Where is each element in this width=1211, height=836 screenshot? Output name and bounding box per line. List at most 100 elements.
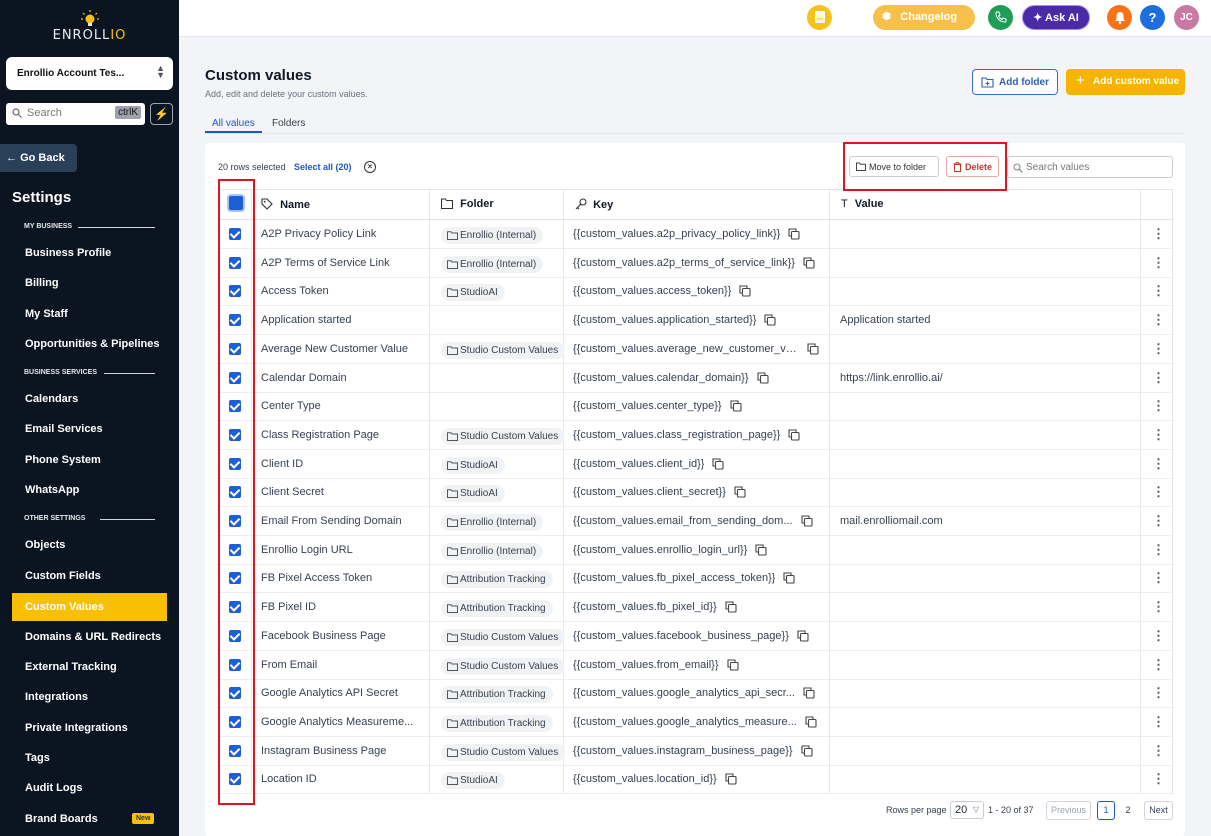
copy-icon[interactable] (764, 314, 777, 326)
row-actions-menu-icon[interactable]: ⋮ (1152, 514, 1165, 527)
add-custom-value-button[interactable]: + Add custom value (1066, 69, 1185, 95)
row-actions-menu-icon[interactable]: ⋮ (1152, 256, 1165, 269)
copy-icon[interactable] (807, 343, 819, 355)
row-actions-menu-icon[interactable]: ⋮ (1152, 428, 1165, 441)
clear-selection-icon[interactable]: × (364, 161, 376, 173)
select-all-link[interactable]: Select all (20) (294, 162, 352, 172)
page-1-button[interactable]: 1 (1097, 801, 1115, 820)
copy-icon[interactable] (730, 400, 742, 412)
row-actions-menu-icon[interactable]: ⋮ (1152, 686, 1165, 699)
sidebar-item-custom-fields[interactable]: Custom Fields (12, 562, 167, 590)
help-button[interactable]: ? (1140, 5, 1165, 30)
go-back-button[interactable]: ← Go Back (0, 144, 77, 172)
row-actions-menu-icon[interactable]: ⋮ (1152, 342, 1165, 355)
table-row[interactable]: Calendar Domain {{custom_values.calendar_… (219, 364, 1174, 393)
notes-button[interactable] (807, 5, 832, 30)
row-actions-menu-icon[interactable]: ⋮ (1152, 313, 1165, 326)
notifications-button[interactable] (1107, 5, 1132, 30)
row-actions-menu-icon[interactable]: ⋮ (1152, 715, 1165, 728)
column-header-value[interactable]: T Value (841, 190, 884, 219)
copy-icon[interactable] (725, 773, 737, 785)
copy-icon[interactable] (800, 745, 813, 757)
copy-icon[interactable] (805, 716, 817, 728)
sidebar-item-audit-logs[interactable]: Audit Logs (12, 774, 167, 802)
sidebar-item-tags[interactable]: Tags (12, 744, 167, 772)
copy-icon[interactable] (712, 458, 725, 470)
row-actions-menu-icon[interactable]: ⋮ (1152, 658, 1165, 671)
copy-icon[interactable] (739, 285, 751, 297)
table-row[interactable]: Average New Customer Value Studio Custom … (219, 335, 1174, 364)
tab-all-values[interactable]: All values (212, 118, 255, 129)
table-row[interactable]: From Email Studio Custom Values {{custom_v… (219, 651, 1174, 680)
add-folder-button[interactable]: Add folder (972, 69, 1058, 95)
table-row[interactable]: Facebook Business Page Studio Custom Valu… (219, 622, 1174, 651)
table-row[interactable]: Client Secret StudioAI {{custom_values.cli… (219, 478, 1174, 508)
copy-icon[interactable] (725, 601, 737, 613)
sidebar-item-custom-values[interactable]: Custom Values (12, 593, 167, 621)
table-row[interactable]: A2P Privacy Policy Link Enrollio (Interna… (219, 220, 1174, 249)
copy-icon[interactable] (734, 486, 746, 498)
row-actions-menu-icon[interactable]: ⋮ (1152, 284, 1165, 297)
row-actions-menu-icon[interactable]: ⋮ (1152, 457, 1165, 470)
row-actions-menu-icon[interactable]: ⋮ (1152, 543, 1165, 556)
next-page-button[interactable]: Next (1144, 801, 1173, 820)
table-row[interactable]: Google Analytics Measureme... Attribution… (219, 708, 1174, 737)
brand-logo[interactable]: ENROLLIO (0, 10, 179, 43)
sidebar-item-integrations[interactable]: Integrations (12, 683, 167, 711)
column-header-name[interactable]: Name (261, 190, 310, 219)
table-row[interactable]: Google Analytics API Secret Attribution T… (219, 679, 1174, 709)
rows-per-page-select[interactable]: 20 ▽ (950, 801, 984, 819)
copy-icon[interactable] (783, 572, 795, 584)
table-row[interactable]: Enrollio Login URL Enrollio (Internal) {{c… (219, 536, 1174, 565)
row-actions-menu-icon[interactable]: ⋮ (1152, 485, 1165, 498)
row-actions-menu-icon[interactable]: ⋮ (1152, 772, 1165, 785)
sidebar-item-my-staff[interactable]: My Staff (12, 300, 167, 328)
column-header-key[interactable]: Key (575, 190, 613, 219)
account-switcher[interactable]: Enrollio Account Tes... ▲ ▼ (6, 57, 173, 90)
table-row[interactable]: Access Token StudioAI {{custom_values.acce… (219, 277, 1174, 307)
table-row[interactable]: FB Pixel Access Token Attribution Trackin… (219, 564, 1174, 594)
phone-button[interactable] (988, 5, 1013, 30)
sidebar-item-calendars[interactable]: Calendars (12, 385, 167, 413)
page-2-button[interactable]: 2 (1119, 801, 1137, 820)
row-actions-menu-icon[interactable]: ⋮ (1152, 227, 1165, 240)
sidebar-item-domains[interactable]: Domains & URL Redirects (12, 623, 167, 651)
changelog-button[interactable]: ✺ Changelog (873, 5, 975, 30)
table-row[interactable]: Application started {{custom_values.appli… (219, 306, 1174, 336)
sidebar-item-whatsapp[interactable]: WhatsApp (12, 476, 167, 504)
sidebar-item-private-integrations[interactable]: Private Integrations (12, 714, 167, 742)
row-actions-menu-icon[interactable]: ⋮ (1152, 399, 1165, 412)
copy-icon[interactable] (797, 630, 809, 642)
row-actions-menu-icon[interactable]: ⋮ (1152, 371, 1165, 384)
sidebar-item-brand-boards[interactable]: Brand Boards New (12, 805, 167, 833)
copy-icon[interactable] (755, 544, 767, 556)
table-row[interactable]: Instagram Business Page Studio Custom Val… (219, 737, 1174, 766)
row-actions-menu-icon[interactable]: ⋮ (1152, 571, 1165, 584)
copy-icon[interactable] (756, 371, 769, 384)
copy-icon[interactable] (800, 515, 813, 527)
previous-page-button[interactable]: Previous (1046, 801, 1091, 820)
ask-ai-button[interactable]: ✦ Ask AI (1022, 5, 1090, 30)
tab-folders[interactable]: Folders (272, 118, 305, 129)
row-actions-menu-icon[interactable]: ⋮ (1152, 629, 1165, 642)
sidebar-item-external-tracking[interactable]: External Tracking (12, 653, 167, 681)
copy-icon[interactable] (788, 228, 800, 240)
table-row[interactable]: A2P Terms of Service Link Enrollio (Inter… (219, 249, 1174, 278)
table-row[interactable]: Client ID StudioAI {{custom_values.client_… (219, 450, 1174, 479)
sidebar-search[interactable]: Search ctrlK (6, 103, 145, 125)
search-values-input[interactable]: Search values (1007, 156, 1173, 178)
quick-actions-button[interactable]: ⚡ (150, 103, 173, 125)
table-row[interactable]: FB Pixel ID Attribution Tracking {{custom_… (219, 593, 1174, 623)
avatar[interactable]: JC (1174, 5, 1199, 30)
sidebar-item-billing[interactable]: Billing (12, 269, 167, 297)
copy-icon[interactable] (726, 658, 739, 671)
copy-icon[interactable] (788, 429, 800, 441)
copy-icon[interactable] (803, 687, 815, 699)
column-header-folder[interactable]: Folder (440, 190, 494, 219)
row-actions-menu-icon[interactable]: ⋮ (1152, 600, 1165, 613)
table-row[interactable]: Center Type {{custom_values.center_type}}… (219, 392, 1174, 422)
table-row[interactable]: Class Registration Page Studio Custom Val… (219, 421, 1174, 450)
sidebar-item-phone-system[interactable]: Phone System (12, 446, 167, 474)
sidebar-item-email-services[interactable]: Email Services (12, 415, 167, 443)
table-row[interactable]: Location ID StudioAI {{custom_values.locat… (219, 765, 1174, 795)
